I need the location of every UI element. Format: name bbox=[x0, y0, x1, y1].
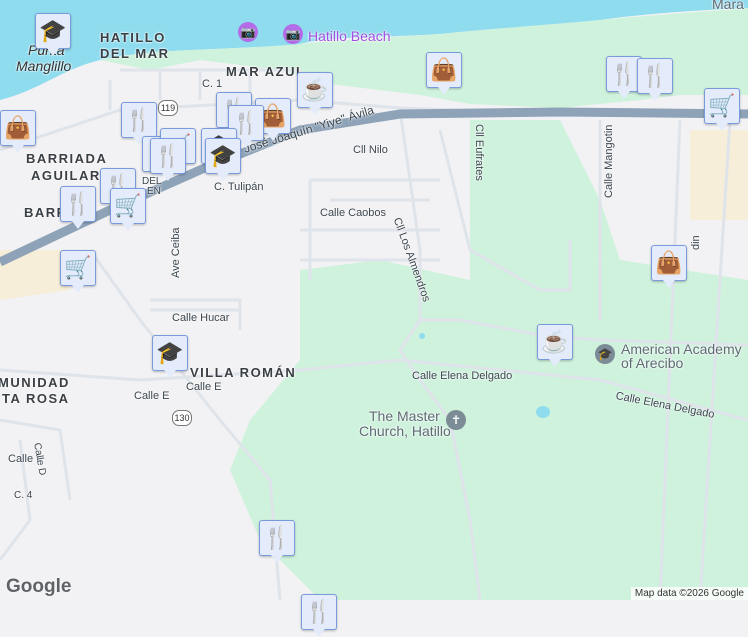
street-label: Calle E bbox=[186, 381, 222, 393]
shopping-icon: 👜 bbox=[655, 250, 683, 275]
area-label: DEL MAR bbox=[100, 46, 170, 61]
coffee-marker[interactable]: ☕ bbox=[297, 72, 333, 115]
restaurant-icon: 🍴 bbox=[610, 61, 638, 86]
coffee-marker[interactable]: ☕ bbox=[537, 324, 573, 367]
restaurant-marker[interactable]: 🍴 bbox=[301, 594, 337, 637]
map-attribution[interactable]: Map data ©2026 Google bbox=[630, 587, 748, 600]
street-label: Calle E bbox=[134, 390, 170, 402]
restaurant-marker[interactable]: 🍴 bbox=[121, 102, 157, 145]
grocery-icon: 🛒 bbox=[708, 93, 736, 118]
street-label: C. Tulipán bbox=[214, 181, 264, 193]
park-south bbox=[230, 250, 748, 600]
coffee-icon: ☕ bbox=[301, 77, 329, 102]
restaurant-icon: 🍴 bbox=[154, 143, 182, 168]
area-label: VILLA ROMÁN bbox=[190, 365, 297, 380]
beach-pin-icon[interactable]: 📷 bbox=[283, 24, 303, 44]
school-marker[interactable]: 🎓 bbox=[205, 138, 241, 181]
area-label: HATILLO bbox=[100, 30, 166, 45]
place-label: Mara bbox=[712, 0, 744, 12]
restaurant-marker[interactable]: 🍴 bbox=[60, 186, 96, 229]
street-label: din bbox=[690, 235, 702, 250]
grocery-marker[interactable]: 🛒 bbox=[60, 250, 96, 293]
area-label: MAR AZUL bbox=[226, 64, 306, 79]
restaurant-icon: 🍴 bbox=[305, 599, 333, 624]
school-icon: 🎓 bbox=[156, 340, 184, 365]
restaurant-icon: 🍴 bbox=[641, 63, 669, 88]
restaurant-icon: 🍴 bbox=[263, 525, 291, 550]
street-label: C. 1 bbox=[202, 78, 223, 90]
poi-label-american-academy[interactable]: of Arecibo bbox=[621, 355, 683, 371]
shopping-icon: 👜 bbox=[430, 57, 458, 82]
coffee-icon: ☕ bbox=[541, 329, 569, 354]
street-label: Ave Ceiba bbox=[170, 227, 182, 278]
shopping-marker[interactable]: 👜 bbox=[0, 110, 36, 153]
poi-label-master-church[interactable]: The Master bbox=[369, 408, 440, 424]
grocery-marker[interactable]: 🛒 bbox=[704, 88, 740, 131]
google-logo[interactable]: Google bbox=[6, 576, 71, 598]
street-label: Calle Hucar bbox=[172, 312, 230, 324]
place-label: Manglillo bbox=[16, 58, 72, 74]
school-icon: 🎓 bbox=[209, 143, 237, 168]
photo-spot-icon[interactable]: 📷 bbox=[238, 22, 258, 42]
church-pin-icon[interactable]: ✝ bbox=[446, 410, 466, 430]
restaurant-icon: 🍴 bbox=[125, 107, 153, 132]
route-shield: 119 bbox=[158, 100, 178, 116]
grocery-marker[interactable]: 🛒 bbox=[110, 188, 146, 231]
restaurant-marker[interactable]: 🍴 bbox=[150, 138, 186, 181]
area-label: AGUILAR bbox=[31, 168, 101, 183]
restaurant-icon: 🍴 bbox=[64, 191, 92, 216]
street-label: Calle Elena Delgado bbox=[412, 370, 513, 382]
area-label: MUNIDAD bbox=[0, 375, 70, 390]
street-label: Cll Nilo bbox=[353, 144, 388, 156]
shopping-marker[interactable]: 👜 bbox=[426, 52, 462, 95]
route-shield: 130 bbox=[172, 410, 192, 426]
street-label: C. 4 bbox=[14, 490, 33, 501]
poi-label-hatillo-beach[interactable]: Hatillo Beach bbox=[308, 28, 391, 44]
school-pin-icon[interactable]: 🎓 bbox=[595, 344, 615, 364]
restaurant-marker[interactable]: 🍴 bbox=[259, 520, 295, 563]
restaurant-marker[interactable]: 🍴 bbox=[637, 58, 673, 101]
school-icon: 🎓 bbox=[39, 18, 67, 43]
street-label: Cll Eufrates bbox=[473, 124, 485, 181]
street-label: Calle Caobos bbox=[320, 207, 387, 219]
shopping-icon: 👜 bbox=[4, 115, 32, 140]
grocery-icon: 🛒 bbox=[114, 193, 142, 218]
area-label: EN bbox=[147, 186, 161, 197]
area-label: BARRIADA bbox=[26, 151, 108, 166]
school-marker[interactable]: 🎓 bbox=[35, 13, 71, 56]
area-label: TA ROSA bbox=[2, 391, 70, 406]
street-label: Calle Mangotin bbox=[603, 124, 615, 198]
shopping-marker[interactable]: 👜 bbox=[651, 245, 687, 288]
grocery-icon: 🛒 bbox=[64, 255, 92, 280]
urban-area bbox=[690, 130, 748, 220]
school-marker[interactable]: 🎓 bbox=[152, 335, 188, 378]
poi-label-master-church[interactable]: Church, Hatillo bbox=[359, 423, 451, 439]
